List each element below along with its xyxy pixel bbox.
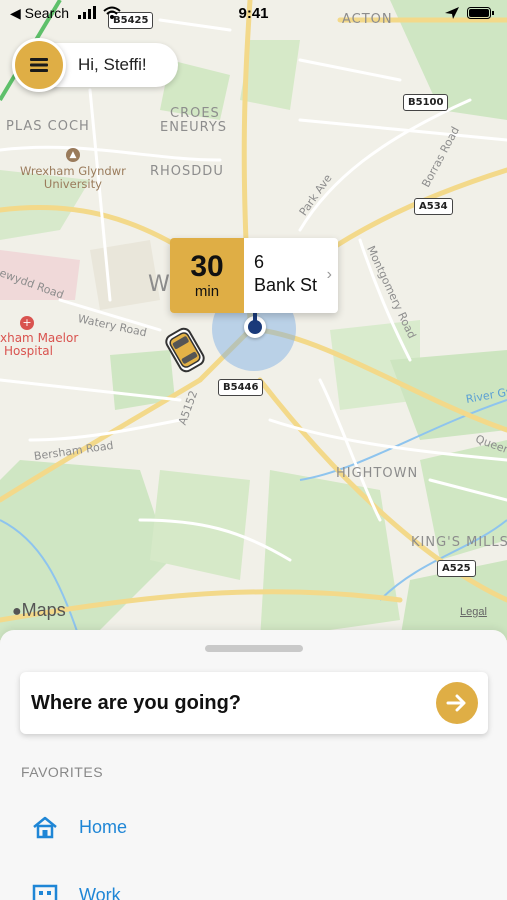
road-shield-a525: A525 <box>437 560 476 577</box>
eta-minutes: 30 <box>190 250 224 283</box>
university-icon: ▲ <box>65 148 80 162</box>
hospital-icon: + <box>20 316 34 330</box>
go-button[interactable] <box>436 682 478 724</box>
map-label-town: W <box>148 272 170 297</box>
road-shield-a534: A534 <box>414 198 453 215</box>
signal-wifi-icons <box>78 6 121 20</box>
hospital-label: + xham Maelor Hospital <box>0 316 79 358</box>
map-label-hightown: HIGHTOWN <box>336 466 419 481</box>
wifi-icon <box>103 6 121 19</box>
home-icon <box>30 814 60 840</box>
destination-prompt: Where are you going? <box>31 691 242 714</box>
battery-icon <box>467 7 494 19</box>
chevron-right-icon: › <box>326 266 332 283</box>
hamburger-menu-icon <box>30 58 48 72</box>
favorite-home[interactable]: Home <box>30 814 127 840</box>
map-label-rhosddu: RHOSDDU <box>150 164 224 179</box>
apple-icon: ● <box>12 603 22 620</box>
status-time: 9:41 <box>238 5 269 22</box>
university-label: ▲ Wrexham Glyndwr University <box>20 148 126 191</box>
apple-maps-logo: ●Maps <box>12 600 66 620</box>
favorite-label: Work <box>79 884 121 900</box>
road-shield-b5100: B5100 <box>403 94 449 111</box>
signal-icon <box>78 6 96 19</box>
greeting-bar: Hi, Steffi! <box>12 38 178 92</box>
destination-search-field[interactable]: Where are you going? <box>20 672 488 734</box>
favorites-heading: FAVORITES <box>21 764 104 780</box>
road-shield-b5446: B5446 <box>218 379 264 396</box>
bottom-sheet: Where are you going? FAVORITES Home Work <box>0 630 507 900</box>
address-line-2: Bank St <box>254 275 318 295</box>
work-icon <box>30 882 60 900</box>
eta-badge: 30 min <box>170 238 244 313</box>
pickup-address: 6 Bank St › <box>244 238 338 313</box>
map-label-plas-coch: PLAS COCH <box>6 119 90 134</box>
map-label-eneurys: ENEURYS <box>160 120 228 135</box>
map-view[interactable]: ACTON CROES ENEURYS PLAS COCH RHOSDDU HI… <box>0 0 507 640</box>
map-label-croes: CROES <box>170 106 220 121</box>
map-label-kings-mills: KING'S MILLS <box>411 535 507 550</box>
sheet-drag-handle[interactable] <box>205 645 303 652</box>
address-line-1: 6 <box>254 252 265 272</box>
favorite-label: Home <box>79 816 128 837</box>
eta-unit: min <box>194 283 220 300</box>
menu-button[interactable] <box>12 38 66 92</box>
status-icons <box>443 6 495 20</box>
pickup-eta-card[interactable]: 30 min 6 Bank St › <box>170 238 338 313</box>
arrow-right-icon <box>446 694 466 712</box>
legal-link[interactable]: Legal <box>460 606 487 618</box>
status-bar: ◀ Search 9:41 <box>0 0 507 28</box>
favorite-work[interactable]: Work <box>30 882 121 900</box>
location-arrow-icon <box>445 7 459 19</box>
greeting-text: Hi, Steffi! <box>78 55 147 74</box>
